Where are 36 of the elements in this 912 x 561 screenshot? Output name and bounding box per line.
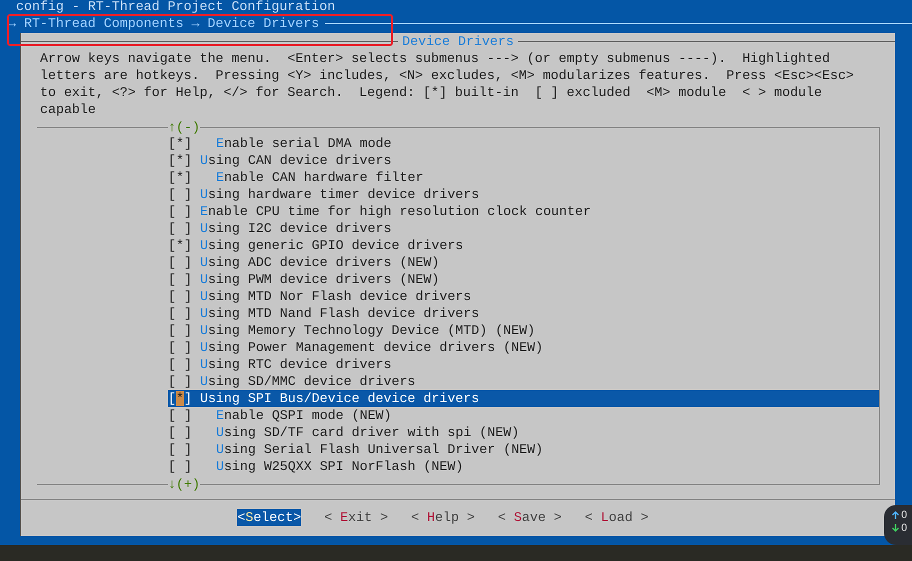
menu-item[interactable]: [ ] Using ADC device drivers (NEW) <box>168 254 879 271</box>
menu-item[interactable]: [ ] Enable CPU time for high resolution clock counter <box>168 203 879 220</box>
menu-item[interactable]: [ ] Using MTD Nand Flash device drivers <box>168 305 879 322</box>
menu-item[interactable]: [ ] Using W25QXX SPI NorFlash (NEW) <box>168 458 879 475</box>
scroll-down-indicator: ↓(+) <box>168 476 200 493</box>
menu-item[interactable]: [*] Enable CAN hardware filter <box>168 169 879 186</box>
menu-item[interactable]: [ ] Using RTC device drivers <box>168 356 879 373</box>
help-text: Arrow keys navigate the menu. <Enter> selects submenus ---> (or empty submenus ----). Highlighted <box>40 50 831 67</box>
download-speed: 0 <box>901 523 908 534</box>
menu-item[interactable]: [ ] Using hardware timer device drivers <box>168 186 879 203</box>
dialog-button[interactable]: < Exit > <box>324 509 388 526</box>
menu-item[interactable]: [*] Using CAN device drivers <box>168 152 879 169</box>
dialog-button[interactable]: < Save > <box>498 509 562 526</box>
menu-item[interactable]: [ ] Using Memory Technology Device (MTD) (NEW) <box>168 322 879 339</box>
menu-item[interactable]: [*] Using SPI Bus/Device device drivers <box>168 390 879 407</box>
menu-item[interactable]: [*] Enable serial DMA mode <box>168 135 879 152</box>
menu-item[interactable]: [ ] Using MTD Nor Flash device drivers <box>168 288 879 305</box>
menu-item[interactable]: [*] Using generic GPIO device drivers <box>168 237 879 254</box>
menu-item[interactable]: [ ] Using SD/MMC device drivers <box>168 373 879 390</box>
menu-item[interactable]: [ ] Using SD/TF card driver with spi (NEW) <box>168 424 879 441</box>
menu-item[interactable]: [ ] Using Power Management device drivers (NEW) <box>168 339 879 356</box>
dialog-button[interactable]: < Help > <box>411 509 475 526</box>
upload-speed: 0 <box>901 510 908 521</box>
scroll-up-indicator: ↑(-) <box>168 119 200 136</box>
dialog-button[interactable]: < Load > <box>584 509 649 526</box>
dialog-button[interactable]: <Select> <box>237 509 302 526</box>
help-text: letters are hotkeys. Pressing <Y> includes, <N> excludes, <M> modularizes features. Press <Esc><Esc> <box>40 67 855 84</box>
up-arrow-icon <box>892 509 901 522</box>
help-text: to exit, <?> for Help, </> for Search. Legend: [*] built-in [ ] excluded <M> module < > module <box>40 84 823 101</box>
menu-item[interactable]: [ ] Using Serial Flash Universal Driver (NEW) <box>168 441 879 458</box>
dialog-title: Device Drivers <box>401 33 515 50</box>
menu-item[interactable]: [ ] Using I2C device drivers <box>168 220 879 237</box>
window-title: config - RT-Thread Project Configuration <box>15 0 336 15</box>
menu-item[interactable]: [ ] Enable QSPI mode (NEW) <box>168 407 879 424</box>
help-text: capable <box>40 101 97 118</box>
menu-item[interactable]: [ ] Using PWM device drivers (NEW) <box>168 271 879 288</box>
